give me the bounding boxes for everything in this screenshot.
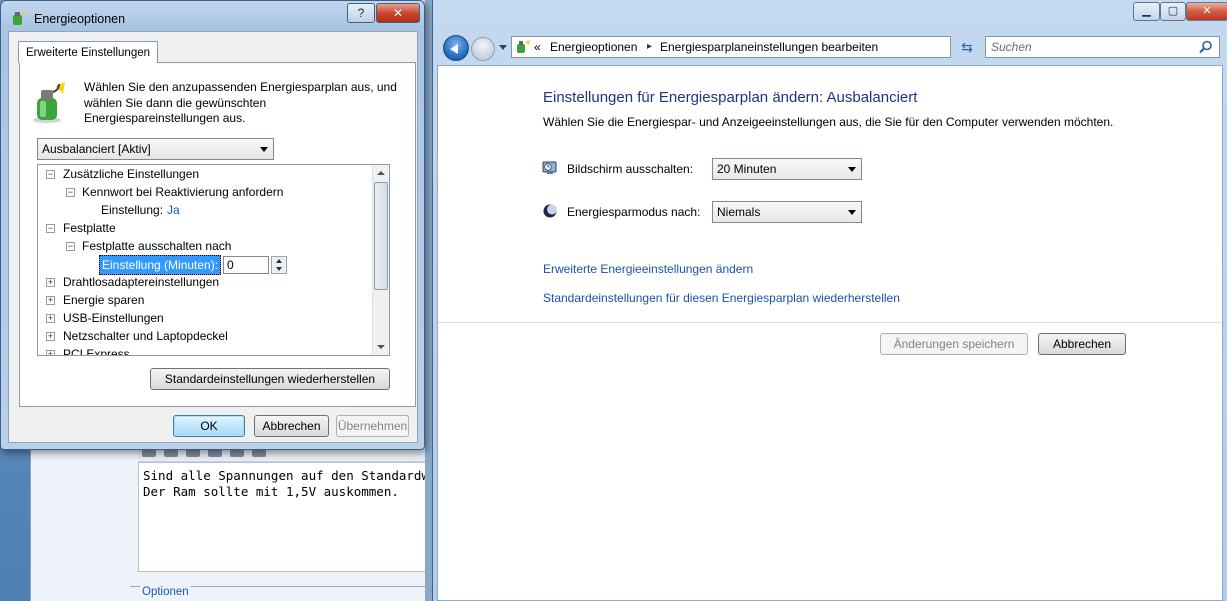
editor-line: Sind alle Spannungen auf den Standardwer…	[143, 468, 438, 483]
collapse-icon[interactable]: −	[46, 170, 55, 179]
cancel-button[interactable]: Abbrechen	[1038, 333, 1126, 355]
chevron-down-icon[interactable]	[843, 202, 861, 222]
help-button[interactable]: ?	[347, 3, 375, 23]
collapse-icon[interactable]: −	[46, 224, 55, 233]
scroll-down-icon[interactable]	[373, 339, 389, 355]
restore-defaults-button[interactable]: Standardeinstellungen wiederherstellen	[150, 368, 390, 390]
cancel-button[interactable]: Abbrechen	[254, 415, 329, 437]
breadcrumb-overflow[interactable]: «	[534, 37, 541, 57]
power-plan-selected: Ausbalanciert [Aktiv]	[42, 142, 151, 156]
tree-scrollbar[interactable]	[372, 165, 389, 355]
page-title: Einstellungen für Energiesparplan ändern…	[543, 89, 918, 106]
tree-item-label: Drahtlosadaptereinstellungen	[63, 275, 220, 289]
tree-item-label: Festplatte ausschalten nach	[82, 239, 232, 253]
setting-label-selected: Einstellung (Minuten):	[99, 255, 222, 275]
breadcrumb-separator-icon[interactable]: ▸	[647, 37, 652, 57]
sleep-moon-icon	[543, 204, 557, 218]
setting-value[interactable]: Ja	[167, 201, 180, 219]
ok-button[interactable]: OK	[173, 415, 245, 437]
collapse-icon[interactable]: −	[66, 242, 75, 251]
dialog-title: Energieoptionen	[34, 12, 126, 26]
page-subtitle: Wählen Sie die Energiespar- und Anzeigee…	[543, 115, 1114, 129]
tree-item-label: PCI Express	[63, 347, 130, 356]
address-bar[interactable]: « Energieoptionen ▸ Energiesparplaneinst…	[511, 36, 1028, 58]
settings-tree[interactable]: − Zusätzliche Einstellungen − Kennwort b…	[37, 164, 390, 356]
history-dropdown-icon[interactable]	[499, 45, 507, 50]
close-button[interactable]: ✕	[1186, 2, 1227, 21]
forward-arrow-icon[interactable]	[471, 37, 495, 61]
power-plan-icon	[13, 11, 26, 25]
collapse-icon[interactable]: −	[66, 188, 75, 197]
background-post-editor[interactable]: Sind alle Spannungen auf den Standardwer…	[138, 462, 438, 572]
tree-item-label: Zusätzliche Einstellungen	[63, 167, 200, 181]
expand-icon[interactable]: +	[46, 332, 55, 341]
breadcrumb-energieoptionen[interactable]: Energieoptionen	[550, 37, 637, 57]
chevron-down-icon[interactable]	[843, 159, 861, 179]
power-plan-select[interactable]: Ausbalanciert [Aktiv]	[37, 138, 274, 160]
energy-options-dialog: Energieoptionen ? ✕ Erweiterte Einstellu…	[0, 0, 425, 450]
advanced-settings-link[interactable]: Erweiterte Energieeinstellungen ändern	[543, 262, 753, 276]
expand-icon[interactable]: +	[46, 296, 55, 305]
save-changes-button[interactable]: Änderungen speichern	[880, 333, 1028, 355]
background-options-fieldset: Optionen	[130, 586, 440, 601]
chevron-down-icon[interactable]	[255, 139, 273, 159]
setting-label: Einstellung:	[101, 203, 164, 217]
sleep-label: Energiesparmodus nach:	[567, 205, 701, 219]
minimize-button[interactable]: ▁	[1133, 2, 1160, 21]
display-off-select[interactable]: 20 Minuten	[712, 158, 862, 180]
minutes-input[interactable]: 0	[223, 256, 269, 274]
scrollbar-thumb[interactable]	[374, 182, 388, 290]
search-placeholder: Suchen	[991, 40, 1032, 54]
back-arrow-icon[interactable]	[443, 35, 469, 61]
battery-plug-icon	[33, 82, 65, 123]
maximize-button[interactable]: ▢	[1160, 2, 1186, 21]
tab-advanced-settings[interactable]: Erweiterte Einstellungen	[18, 41, 159, 63]
expand-icon[interactable]: +	[46, 350, 55, 355]
breadcrumb-plan-settings[interactable]: Energiesparplaneinstellungen bearbeiten	[660, 37, 878, 57]
search-input[interactable]: Suchen	[985, 36, 1220, 58]
sleep-select[interactable]: Niemals	[712, 201, 862, 223]
options-legend[interactable]: Optionen	[140, 586, 191, 598]
search-icon[interactable]	[1199, 40, 1213, 54]
restore-plan-defaults-link[interactable]: Standardeinstellungen für diesen Energie…	[543, 291, 900, 305]
display-off-label: Bildschirm ausschalten:	[567, 162, 694, 176]
control-panel-window: ▁ ▢ ✕ « Energieoptionen ▸ Energiesparpla…	[432, 0, 1227, 601]
separator	[438, 322, 1222, 323]
editor-line: Der Ram sollte mit 1,5V auskommen.	[143, 484, 399, 499]
plan-description: Wählen Sie den anzupassenden Energiespar…	[84, 80, 397, 125]
tree-item-label: Netzschalter und Laptopdeckel	[63, 329, 228, 343]
tree-item-label: Energie sparen	[63, 293, 145, 307]
expand-icon[interactable]: +	[46, 278, 55, 287]
tree-item-label: Kennwort bei Reaktivierung anfordern	[82, 185, 284, 199]
monitor-clock-icon	[542, 161, 557, 174]
tree-item-label: USB-Einstellungen	[63, 311, 164, 325]
close-button[interactable]: ✕	[376, 3, 420, 23]
power-plan-icon	[517, 40, 530, 53]
display-off-value: 20 Minuten	[717, 162, 777, 176]
spin-stepper[interactable]	[271, 256, 287, 274]
refresh-icon[interactable]: ⇆	[957, 38, 977, 56]
plan-settings-page: Einstellungen für Energiesparplan ändern…	[437, 65, 1223, 601]
expand-icon[interactable]: +	[46, 314, 55, 323]
tree-item-label: Festplatte	[63, 221, 116, 235]
apply-button[interactable]: Übernehmen	[336, 415, 409, 437]
sleep-value: Niemals	[717, 205, 761, 219]
dialog-client-area: Erweiterte Einstellungen Wählen Sie den …	[8, 31, 418, 443]
scroll-up-icon[interactable]	[373, 165, 389, 181]
